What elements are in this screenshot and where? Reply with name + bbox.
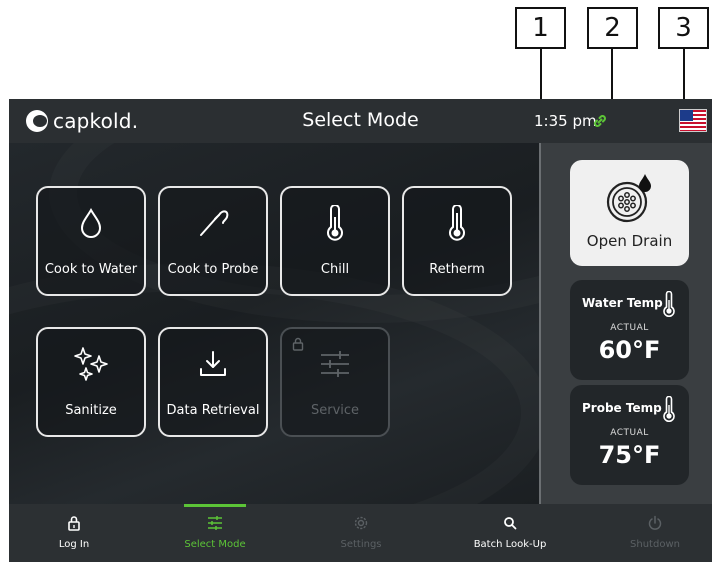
tile-label: Chill <box>320 262 350 277</box>
retherm-button[interactable]: Retherm <box>402 186 512 296</box>
gear-icon <box>354 516 368 530</box>
nav-batch-look-up[interactable]: Batch Look-Up <box>450 504 570 562</box>
open-drain-button[interactable]: Open Drain <box>570 160 689 266</box>
nav-label: Select Mode <box>184 539 246 550</box>
thermometer-icon <box>663 396 675 422</box>
top-bar: capkold. Select Mode 1:35 pm <box>9 99 712 143</box>
data-retrieval-button[interactable]: Data Retrieval <box>158 327 268 437</box>
mode-grid: Cook to Water Cook to Probe Chill Rether… <box>9 143 539 504</box>
sliders-icon <box>321 351 349 377</box>
nav-select-mode[interactable]: Select Mode <box>155 504 275 562</box>
callout-1: 1 <box>515 7 566 49</box>
probe-actual-label: ACTUAL <box>610 428 649 438</box>
nav-label: Shutdown <box>630 539 680 550</box>
sliders-icon <box>208 516 222 530</box>
power-icon <box>648 515 662 530</box>
connection-link-icon[interactable] <box>591 112 609 130</box>
lock-icon <box>68 516 80 531</box>
probe-temp-title: Probe Temp <box>582 401 662 415</box>
tile-label: Cook to Probe <box>167 262 259 277</box>
probe-temp-value: 75°F <box>598 441 661 469</box>
sanitize-button[interactable]: Sanitize <box>36 327 146 437</box>
nav-label: Settings <box>340 539 382 550</box>
droplet-icon <box>80 207 102 238</box>
clock-time: 1:35 pm <box>534 112 597 130</box>
nav-log-in[interactable]: Log In <box>14 504 134 562</box>
sparkle-icon <box>74 347 108 381</box>
chill-button[interactable]: Chill <box>280 186 390 296</box>
probe-icon <box>200 210 229 236</box>
cook-to-water-button[interactable]: Cook to Water <box>36 186 146 296</box>
tile-label: Cook to Water <box>44 262 138 277</box>
tile-label: Data Retrieval <box>166 403 260 418</box>
lock-icon <box>292 337 304 351</box>
search-icon <box>504 517 517 530</box>
open-drain-label: Open Drain <box>586 232 673 250</box>
water-temp-value: 60°F <box>598 336 661 364</box>
nav-shutdown: Shutdown <box>595 504 712 562</box>
thermometer-icon <box>449 205 465 241</box>
water-temp-title: Water Temp <box>582 296 663 310</box>
drain-icon <box>606 174 651 223</box>
us-flag-language-icon[interactable] <box>679 109 707 132</box>
tile-label: Service <box>310 403 360 418</box>
nav-label: Log In <box>58 539 90 550</box>
tile-label: Retherm <box>429 262 485 277</box>
nav-label: Batch Look-Up <box>473 539 547 550</box>
water-temp-card: Water Temp ACTUAL 60°F <box>570 280 689 380</box>
callout-3: 3 <box>658 7 709 49</box>
service-button: Service <box>280 327 390 437</box>
download-icon <box>200 351 226 376</box>
bottom-nav: Log In Select Mode Settings Batch Look-U… <box>9 504 712 562</box>
tile-label: Sanitize <box>65 403 117 418</box>
water-actual-label: ACTUAL <box>610 323 649 333</box>
callout-2: 2 <box>587 7 638 49</box>
thermometer-icon <box>327 205 343 241</box>
device-screen: capkold. Select Mode 1:35 pm Cook to Wat… <box>9 99 712 562</box>
thermometer-icon <box>663 291 675 317</box>
nav-settings: Settings <box>301 504 421 562</box>
probe-temp-card: Probe Temp ACTUAL 75°F <box>570 385 689 485</box>
side-panel: Open Drain Water Temp ACTUAL 60°F Probe … <box>539 143 712 504</box>
cook-to-probe-button[interactable]: Cook to Probe <box>158 186 268 296</box>
